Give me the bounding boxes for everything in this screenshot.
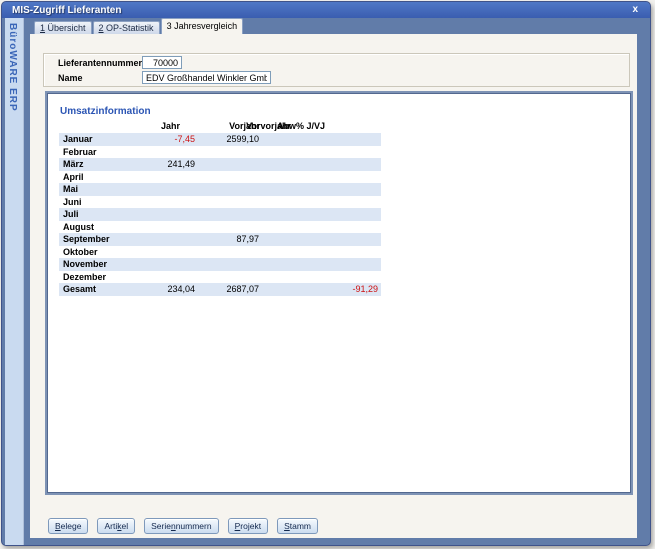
belege-button[interactable]: Belege (48, 518, 88, 534)
month-label: November (59, 259, 159, 269)
month-label: Gesamt (59, 284, 159, 294)
month-label: Oktober (59, 247, 159, 257)
sales-row-mai: Mai (59, 183, 381, 196)
client-area: Lieferantennummer Name Umsatzinformation… (30, 34, 637, 538)
value-cell: 2687,07 (198, 284, 262, 294)
column-header-abw: Abw% J/VJ (277, 121, 325, 131)
column-header-jahr: Jahr (161, 121, 180, 131)
tab-strip: 1 Übersicht2 OP-Statistik3 Jahresverglei… (30, 18, 637, 34)
sales-table-header: JahrVorjahrVorvorjahrAbw% J/VJ (59, 121, 381, 133)
tab-1-übersicht[interactable]: 1 Übersicht (34, 21, 92, 34)
supplier-number-input[interactable] (142, 56, 182, 69)
sales-row-maerz: März241,49 (59, 158, 381, 171)
sales-row-februar: Februar (59, 146, 381, 159)
month-label: Mai (59, 184, 159, 194)
value-cell: 241,49 (159, 159, 198, 169)
supplier-number-label: Lieferantennummer (58, 58, 142, 68)
sales-row-august: August (59, 221, 381, 234)
month-label: Februar (59, 147, 159, 157)
window-frame: BüroWARE ERP 1 Übersicht2 OP-Statistik3 … (2, 18, 650, 546)
window-title: MIS-Zugriff Lieferanten (12, 5, 628, 16)
bottom-button-row: Belege Artikel Seriennummern Projekt Stamm (48, 518, 318, 534)
title-bar: MIS-Zugriff Lieferanten x (2, 2, 650, 18)
sales-row-dezember: Dezember (59, 271, 381, 284)
supplier-number-row: Lieferantennummer (58, 56, 629, 69)
sales-section-title: Umsatzinformation (60, 106, 631, 117)
supplier-header-groupbox: Lieferantennummer Name (43, 53, 630, 87)
artikel-button[interactable]: Artikel (97, 518, 135, 534)
month-label: März (59, 159, 159, 169)
brand-logo-text: BüroWARE ERP (7, 23, 18, 112)
value-cell: 87,97 (198, 234, 262, 244)
value-cell: 2599,10 (198, 134, 262, 144)
sales-panel: Umsatzinformation JahrVorjahrVorvorjahrA… (45, 91, 633, 495)
sales-row-november: November (59, 258, 381, 271)
sales-row-oktober: Oktober (59, 246, 381, 259)
sales-row-april: April (59, 171, 381, 184)
sales-table-body: Januar-7,452599,10FebruarMärz241,49April… (59, 133, 381, 296)
close-icon[interactable]: x (628, 4, 642, 16)
month-label: Juni (59, 197, 159, 207)
month-label: Januar (59, 134, 159, 144)
value-cell: -91,29 (318, 284, 381, 294)
tab-3-jahresvergleich[interactable]: 3 Jahresvergleich (161, 18, 244, 34)
supplier-name-input[interactable] (142, 71, 271, 84)
month-label: Dezember (59, 272, 159, 282)
sales-row-gesamt: Gesamt234,042687,07 -91,29 (59, 283, 381, 296)
sales-row-januar: Januar-7,452599,10 (59, 133, 381, 146)
month-label: August (59, 222, 159, 232)
sales-table: JahrVorjahrVorvorjahrAbw% J/VJ Januar-7,… (59, 121, 381, 296)
stamm-button[interactable]: Stamm (277, 518, 318, 534)
sales-row-september: September 87,97 (59, 233, 381, 246)
value-cell: 234,04 (159, 284, 198, 294)
seriennummern-button[interactable]: Seriennummern (144, 518, 218, 534)
month-label: September (59, 234, 159, 244)
value-cell: -7,45 (159, 134, 198, 144)
brand-sidebar: BüroWARE ERP (5, 18, 24, 546)
tab-2-op-statistik[interactable]: 2 OP-Statistik (93, 21, 160, 34)
supplier-name-label: Name (58, 73, 142, 83)
month-label: Juli (59, 209, 159, 219)
main-column: 1 Übersicht2 OP-Statistik3 Jahresverglei… (30, 18, 637, 538)
month-label: April (59, 172, 159, 182)
sales-row-juni: Juni (59, 196, 381, 209)
sales-row-juli: Juli (59, 208, 381, 221)
supplier-name-row: Name (58, 71, 629, 84)
projekt-button[interactable]: Projekt (228, 518, 268, 534)
mis-window: MIS-Zugriff Lieferanten x BüroWARE ERP 1… (1, 1, 651, 546)
